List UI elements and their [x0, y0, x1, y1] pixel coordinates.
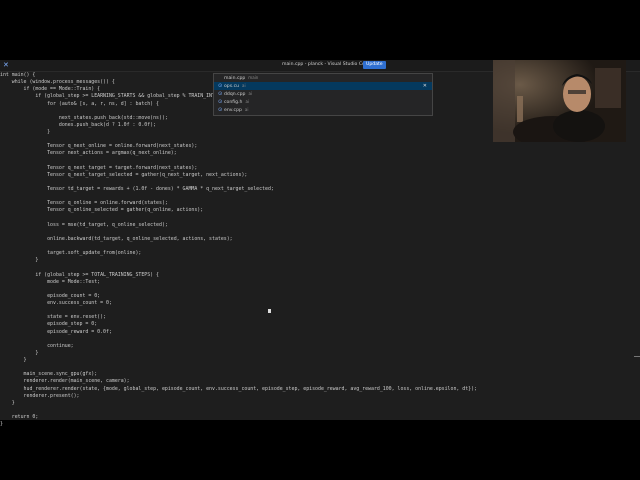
code-line[interactable]: if (global_step >= TOTAL_TRAINING_STEPS)… — [0, 272, 477, 279]
quick-open-item-name: main.cpp — [224, 76, 246, 81]
code-line[interactable] — [0, 307, 477, 314]
code-line[interactable] — [0, 264, 477, 271]
code-line[interactable]: episode_reward = 0.0f; — [0, 329, 477, 336]
code-line[interactable] — [0, 136, 477, 143]
code-line[interactable]: target.soft_update_from(online); — [0, 250, 477, 257]
mouse-cursor — [268, 309, 271, 313]
code-line[interactable]: env.success_count = 0; — [0, 300, 477, 307]
code-line[interactable]: } — [0, 400, 477, 407]
code-line[interactable]: dones.push_back(d ? 1.0f : 0.0f); — [0, 122, 477, 129]
code-line[interactable] — [0, 286, 477, 293]
code-line[interactable] — [0, 193, 477, 200]
code-line[interactable]: Tensor q_online_selected = gather(q_onli… — [0, 207, 477, 214]
code-line[interactable] — [0, 407, 477, 414]
quick-open-item-main-cpp[interactable]: main.cpp main — [214, 74, 432, 82]
quick-open-item-dir: ai — [245, 99, 249, 104]
code-line[interactable]: renderer.render(main_scene, camera); — [0, 378, 477, 385]
quick-open-item-name: ddqn.cpp — [224, 92, 246, 97]
quick-open-item-name: config.h — [224, 100, 243, 105]
code-line[interactable] — [0, 336, 477, 343]
code-line[interactable]: state = env.reset(); — [0, 314, 477, 321]
code-line[interactable] — [0, 179, 477, 186]
code-line[interactable] — [0, 229, 477, 236]
vscode-logo-icon: ✕ — [3, 61, 9, 69]
quick-open-item-dir: main — [248, 75, 259, 80]
code-line[interactable]: Tensor q_next_target = target.forward(ne… — [0, 165, 477, 172]
webcam-overlay — [493, 60, 626, 142]
window-title: main.cpp - planck - Visual Studio Code — [282, 61, 371, 67]
code-line[interactable]: Tensor next_actions = argmax(q_next_onli… — [0, 150, 477, 157]
code-line[interactable]: episode_step = 0; — [0, 321, 477, 328]
code-line[interactable]: renderer.present(); — [0, 393, 477, 400]
code-line[interactable]: Tensor q_next_target_selected = gather(q… — [0, 172, 477, 179]
quick-open-item-dir: ai — [248, 91, 253, 96]
code-line[interactable]: } — [0, 421, 477, 428]
code-line[interactable]: Tensor td_target = rewards + (1.0f - don… — [0, 186, 477, 193]
code-line[interactable]: hud_renderer.render(state, {mode, global… — [0, 386, 477, 393]
quick-open-item-env-cpp[interactable]: ⊙ env.cpp ai — [214, 106, 432, 114]
file-icon: ⊙ — [218, 91, 223, 97]
file-icon: ⊙ — [218, 107, 223, 113]
close-icon[interactable]: ✕ — [423, 82, 427, 90]
quick-open-item-ops-cu[interactable]: ⊙ ops.cu ai ✕ — [214, 82, 432, 90]
code-line[interactable] — [0, 215, 477, 222]
code-line[interactable]: mode = Mode::Test; — [0, 279, 477, 286]
code-line[interactable]: online.backward(td_target, q_online_sele… — [0, 236, 477, 243]
file-icon: ⊙ — [218, 83, 223, 89]
code-line[interactable]: episode_count = 0; — [0, 293, 477, 300]
code-line[interactable]: } — [0, 257, 477, 264]
code-line[interactable]: Tensor q_online = online.forward(states)… — [0, 200, 477, 207]
code-line[interactable]: main_scene.sync_gpu(gfx); — [0, 371, 477, 378]
quick-open-item-name: ops.cu — [224, 84, 240, 89]
quick-open-item-ddqn-cpp[interactable]: ⊙ ddqn.cpp ai — [214, 90, 432, 98]
quick-open-dropdown[interactable]: main.cpp main ⊙ ops.cu ai ✕ ⊙ ddqn.cpp ai ⊙… — [213, 73, 433, 116]
code-line[interactable]: return 0; — [0, 414, 477, 421]
code-line[interactable]: Tensor q_next_online = online.forward(ne… — [0, 143, 477, 150]
code-line[interactable] — [0, 364, 477, 371]
code-line[interactable]: } — [0, 129, 477, 136]
file-icon: ⊙ — [218, 99, 223, 105]
webcam-image — [493, 60, 626, 142]
scrollbar-marker[interactable] — [634, 356, 640, 357]
quick-open-item-name: env.cpp — [224, 108, 242, 113]
code-view[interactable]: int main() { while (window.process_messa… — [0, 72, 477, 428]
code-line[interactable]: continue; — [0, 343, 477, 350]
code-line[interactable]: } — [0, 350, 477, 357]
quick-open-item-config-h[interactable]: ⊙ config.h ai — [214, 98, 432, 106]
update-button[interactable]: Update — [363, 61, 386, 69]
code-line[interactable]: } — [0, 357, 477, 364]
quick-open-item-dir: ai — [244, 107, 249, 112]
code-line[interactable]: loss = mse(td_target, q_online_selected)… — [0, 222, 477, 229]
quick-open-item-dir: ai — [242, 83, 246, 88]
code-line[interactable] — [0, 243, 477, 250]
code-line[interactable] — [0, 158, 477, 165]
